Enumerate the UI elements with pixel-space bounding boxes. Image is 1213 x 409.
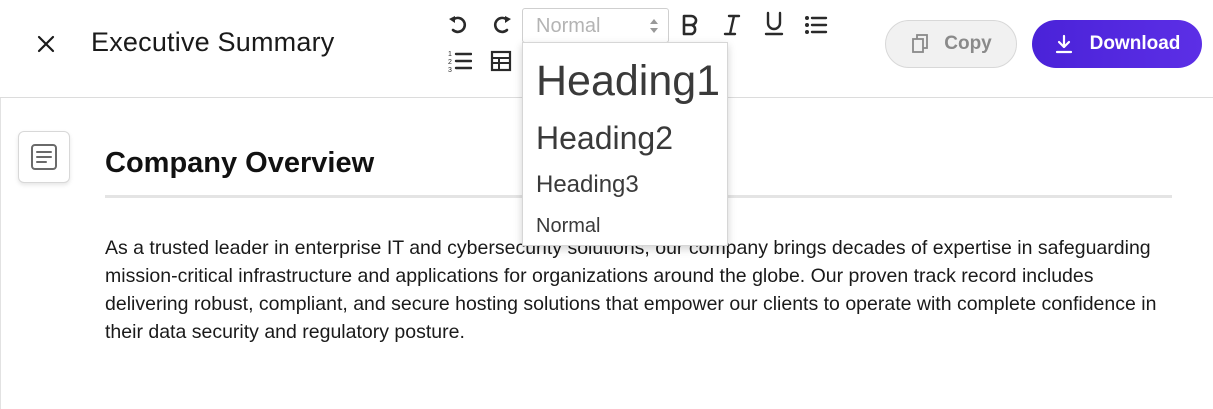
bullet-list-button[interactable]: [803, 12, 829, 38]
page-left-border: [0, 98, 1, 409]
bullet-list-icon: [805, 16, 828, 34]
bold-button[interactable]: [677, 12, 703, 38]
redo-button[interactable]: [489, 12, 515, 38]
close-button[interactable]: [32, 30, 60, 58]
bold-icon: [682, 14, 698, 36]
undo-button[interactable]: [445, 12, 471, 38]
numbered-list-button[interactable]: 1 2 3: [447, 48, 473, 74]
copy-button[interactable]: Copy: [885, 20, 1017, 68]
numbered-list-icon: 1 2 3: [448, 51, 472, 73]
redo-icon: [493, 16, 511, 34]
dropdown-option-heading1[interactable]: Heading1: [536, 57, 720, 106]
table-button[interactable]: [488, 48, 514, 74]
download-button[interactable]: Download: [1032, 20, 1202, 68]
text-style-value: Normal: [536, 15, 601, 37]
underline-icon: [764, 11, 784, 36]
text-style-dropdown: Heading1 Heading2 Heading3 Normal: [522, 42, 728, 246]
svg-text:3: 3: [448, 67, 452, 73]
copy-label: Copy: [944, 33, 992, 54]
svg-text:1: 1: [448, 51, 452, 58]
section-body-text[interactable]: As a trusted leader in enterprise IT and…: [105, 234, 1180, 346]
undo-icon: [449, 16, 467, 34]
section-handle[interactable]: [18, 131, 70, 183]
dropdown-option-normal[interactable]: Normal: [536, 215, 600, 238]
dropdown-option-heading2[interactable]: Heading2: [536, 120, 673, 157]
italic-button[interactable]: [719, 12, 745, 38]
dropdown-option-heading3[interactable]: Heading3: [536, 171, 639, 199]
underline-button[interactable]: [761, 11, 787, 37]
italic-icon: [723, 14, 741, 36]
document-text-icon: [31, 144, 57, 170]
select-arrows-icon: [650, 19, 658, 33]
download-icon: [1055, 34, 1072, 54]
table-icon: [490, 50, 512, 72]
download-label: Download: [1089, 33, 1181, 54]
svg-text:2: 2: [448, 59, 452, 66]
close-icon: [37, 35, 55, 53]
document-title: Executive Summary: [91, 27, 335, 57]
copy-icon: [912, 34, 929, 53]
text-style-select[interactable]: Normal: [522, 8, 669, 43]
section-heading[interactable]: Company Overview: [105, 147, 374, 180]
